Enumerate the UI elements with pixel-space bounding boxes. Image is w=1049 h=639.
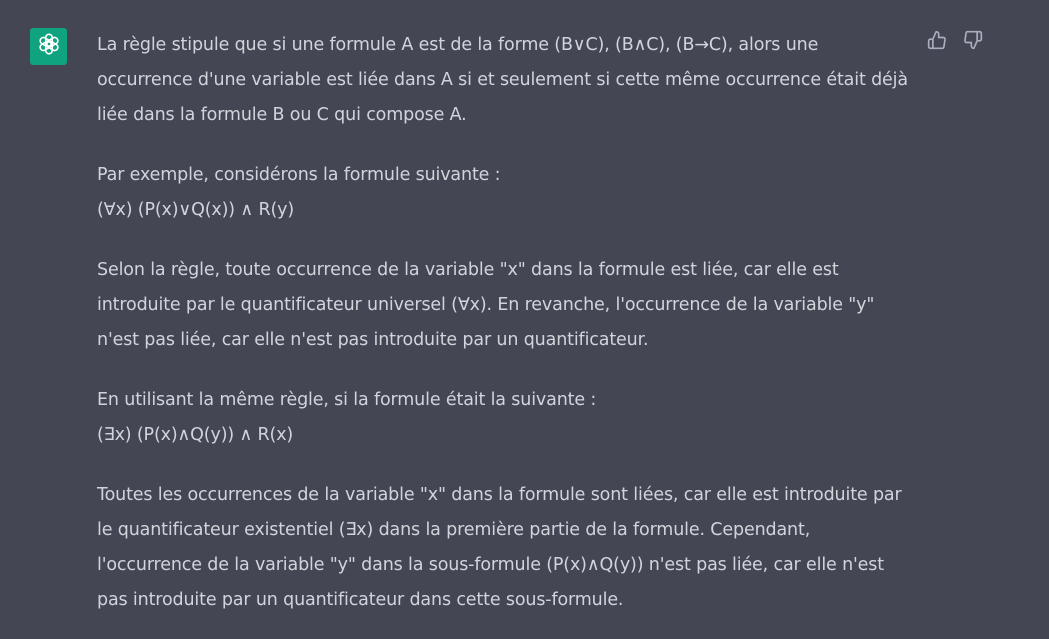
message-line: introduite par le quantificateur univers… — [97, 295, 875, 315]
message-line: occurrence d'une variable est liée dans … — [97, 70, 908, 90]
message-line: Selon la règle, toute occurrence de la v… — [97, 260, 839, 280]
formula-line: (∃x) (P(x)∧Q(y)) ∧ R(x) — [97, 425, 294, 445]
thumbs-up-icon — [927, 30, 947, 55]
message-paragraph: Selon la règle, toute occurrence de la v… — [97, 253, 927, 358]
message-line: liée dans la formule B ou C qui compose … — [97, 105, 467, 125]
message-paragraph: Toutes les occurrences de la variable "x… — [97, 478, 927, 618]
message-line: n'est pas liée, car elle n'est pas intro… — [97, 330, 649, 350]
message-paragraph: La règle stipule que si une formule A es… — [97, 28, 927, 133]
message-paragraph: Par exemple, considérons la formule suiv… — [97, 158, 927, 228]
message-line: La règle stipule que si une formule A es… — [97, 35, 819, 55]
formula-line: (∀x) (P(x)∨Q(x)) ∧ R(y) — [97, 200, 295, 220]
message-line: l'occurrence de la variable "y" dans la … — [97, 555, 884, 575]
message-line: En utilisant la même règle, si la formul… — [97, 390, 597, 410]
message-content: La règle stipule que si une formule A es… — [97, 28, 927, 639]
feedback-buttons — [926, 30, 984, 55]
openai-logo-icon — [36, 31, 62, 62]
thumbs-up-button[interactable] — [926, 30, 948, 55]
message-line: pas introduite par un quantificateur dan… — [97, 590, 624, 610]
message-line: le quantificateur existentiel (∃x) dans … — [97, 520, 811, 540]
message-paragraph: En utilisant la même règle, si la formul… — [97, 383, 927, 453]
assistant-avatar — [30, 28, 67, 65]
thumbs-down-icon — [963, 30, 983, 55]
message-line: Toutes les occurrences de la variable "x… — [97, 485, 902, 505]
assistant-message: La règle stipule que si une formule A es… — [0, 0, 1049, 639]
thumbs-down-button[interactable] — [962, 30, 984, 55]
message-line: Par exemple, considérons la formule suiv… — [97, 165, 501, 185]
